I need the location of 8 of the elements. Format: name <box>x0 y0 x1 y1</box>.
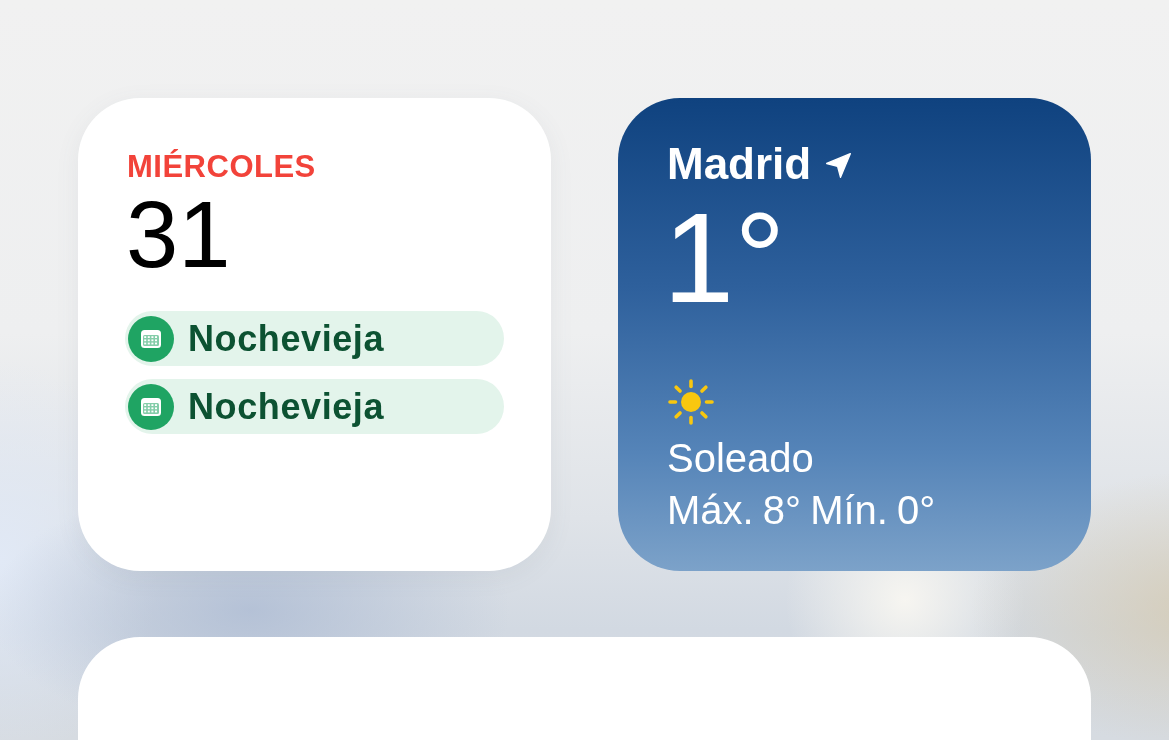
temperature: 1° <box>663 194 786 322</box>
city-name: Madrid <box>667 142 812 186</box>
day-number: 31 <box>125 188 232 282</box>
weekday-label: MIÉRCOLES <box>126 151 317 182</box>
temperature-range: Máx. 8° Mín. 0° <box>667 490 936 530</box>
event-title: Nochevieja <box>188 388 385 425</box>
event-title: Nochevieja <box>188 320 385 357</box>
weather-condition: Soleado <box>667 438 814 478</box>
